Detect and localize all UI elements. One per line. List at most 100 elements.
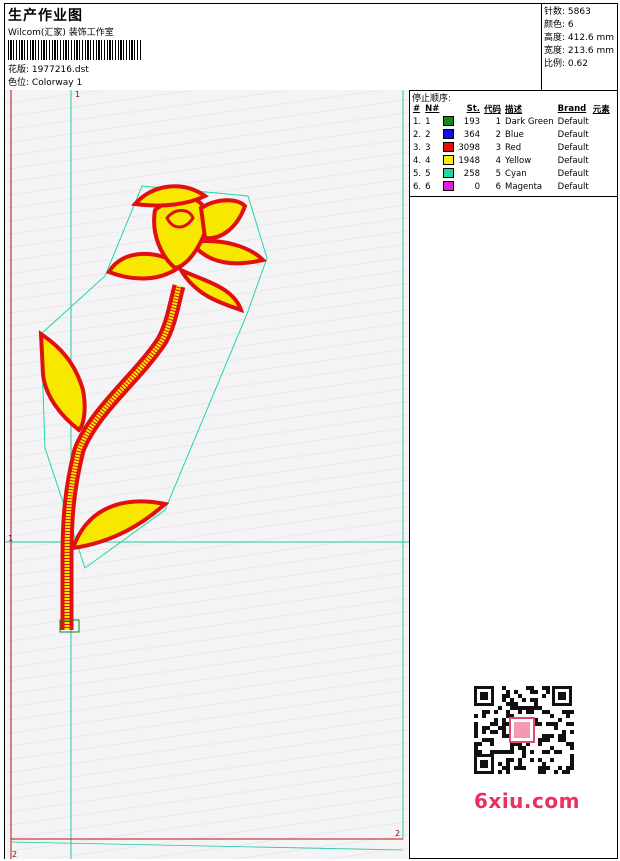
- petal-right: [187, 239, 267, 266]
- row-stitches: 193: [463, 116, 481, 127]
- sequence-row: 6. 6 0 6 Magenta Default: [411, 180, 612, 193]
- marker-bottom-right: 2: [395, 829, 401, 838]
- row-swatch: [441, 141, 456, 154]
- row-element: [591, 141, 612, 154]
- panel-divider: [410, 196, 617, 197]
- embroidery-drawing: [5, 90, 409, 859]
- row-index: 3.: [413, 142, 422, 153]
- row-description: Cyan: [505, 168, 527, 179]
- row-code: 4: [495, 155, 502, 166]
- stat-colors: 颜色: 6: [544, 20, 574, 30]
- col-brand: Brand: [557, 103, 587, 114]
- col-description: 描述: [505, 104, 523, 115]
- row-code: 3: [495, 142, 502, 153]
- row-description: Yellow: [505, 155, 532, 166]
- row-index: 4.: [413, 155, 422, 166]
- sequence-row: 3. 3 3098 3 Red Default: [411, 141, 612, 154]
- row-element: [591, 128, 612, 141]
- petal-top-right: [198, 198, 248, 241]
- color-swatch: [443, 116, 455, 127]
- studio-name: Wilcom(汇家) 装饰工作室: [8, 28, 114, 38]
- design-canvas: 1 1 2 2: [5, 90, 410, 859]
- row-stitches: 1948: [458, 155, 481, 166]
- leaf-lower: [70, 499, 170, 551]
- colorway-label: 色位:: [8, 78, 30, 88]
- qr-logo-inner: [514, 722, 530, 738]
- stem-inner: [64, 285, 182, 630]
- row-element: [591, 167, 612, 180]
- row-index: 5.: [413, 168, 422, 179]
- sequence-row: 1. 1 193 1 Dark Green Default: [411, 115, 612, 128]
- col-element: 元素: [592, 104, 610, 115]
- col-stitches: St.: [466, 103, 481, 114]
- row-brand: Default: [557, 168, 589, 179]
- row-element: [591, 115, 612, 128]
- qr-code: [466, 682, 576, 778]
- petal-bottom-right: [175, 265, 245, 314]
- row-brand: Default: [557, 116, 589, 127]
- design-row: 花版: 1977216.dst: [8, 62, 89, 75]
- row-brand: Default: [557, 155, 589, 166]
- row-brand: Default: [557, 181, 589, 192]
- row-code: 6: [495, 181, 502, 192]
- color-swatch: [443, 181, 455, 192]
- guide-bottom-cyan: [10, 841, 404, 851]
- col-number: N#: [425, 103, 440, 114]
- row-number: 4: [425, 155, 431, 166]
- row-stitches: 364: [463, 129, 481, 140]
- color-swatch: [443, 129, 455, 140]
- sequence-row: 4. 4 1948 4 Yellow Default: [411, 154, 612, 167]
- row-code: 2: [495, 129, 502, 140]
- row-number: 3: [425, 142, 431, 153]
- row-swatch: [441, 115, 456, 128]
- row-description: Blue: [505, 129, 524, 140]
- marker-top: 1: [75, 90, 81, 99]
- sequence-table: # N# St. 代码 描述 Brand 元素 1. 1 193 1 Dark Gree…: [411, 102, 612, 193]
- design-label: 花版:: [8, 65, 30, 75]
- marker-bottom-left: 2: [12, 850, 18, 859]
- col-code: 代码: [484, 104, 502, 115]
- row-description: Magenta: [505, 181, 543, 192]
- barcode: [8, 40, 141, 60]
- color-swatch: [443, 155, 455, 166]
- row-brand: Default: [557, 142, 589, 153]
- color-swatch: [443, 142, 455, 153]
- sequence-row: 2. 2 364 2 Blue Default: [411, 128, 612, 141]
- watermark-logo: 6xiu.com: [474, 789, 580, 813]
- row-swatch: [441, 128, 456, 141]
- sequence-heading: 停止顺序:: [412, 94, 452, 104]
- header: 生产作业图 Wilcom(汇家) 装饰工作室 花版: 1977216.dst 色…: [5, 4, 617, 91]
- stats-box: 针数: 5863 颜色: 6 高度: 412.6 mm 宽度: 213.6 mm…: [541, 4, 617, 90]
- marker-left: 1: [8, 534, 14, 543]
- row-number: 6: [425, 181, 431, 192]
- row-stitches: 0: [474, 181, 481, 192]
- row-number: 5: [425, 168, 431, 179]
- sequence-row: 5. 5 258 5 Cyan Default: [411, 167, 612, 180]
- row-brand: Default: [557, 129, 589, 140]
- stat-height: 高度: 412.6 mm: [544, 33, 615, 43]
- row-swatch: [441, 167, 456, 180]
- rose-bud: [165, 209, 195, 229]
- row-index: 6.: [413, 181, 422, 192]
- row-stitches: 258: [463, 168, 481, 179]
- row-stitches: 3098: [458, 142, 481, 153]
- page-title: 生产作业图: [8, 8, 83, 24]
- row-code: 1: [495, 116, 502, 127]
- colorway-value: Colorway 1: [31, 78, 83, 88]
- row-code: 5: [495, 168, 502, 179]
- row-description: Red: [505, 142, 522, 153]
- row-element: [591, 180, 612, 193]
- color-swatch: [443, 168, 455, 179]
- row-index: 1.: [413, 116, 422, 127]
- design-file: 1977216.dst: [31, 65, 89, 75]
- row-description: Dark Green: [505, 116, 554, 127]
- stat-scale: 比例: 0.62: [544, 59, 588, 69]
- stat-stitches: 针数: 5863: [544, 7, 591, 17]
- row-number: 2: [425, 129, 431, 140]
- stat-width: 宽度: 213.6 mm: [544, 46, 615, 56]
- row-swatch: [441, 180, 456, 193]
- row-swatch: [441, 154, 456, 167]
- row-element: [591, 154, 612, 167]
- row-number: 1: [425, 116, 431, 127]
- row-index: 2.: [413, 129, 422, 140]
